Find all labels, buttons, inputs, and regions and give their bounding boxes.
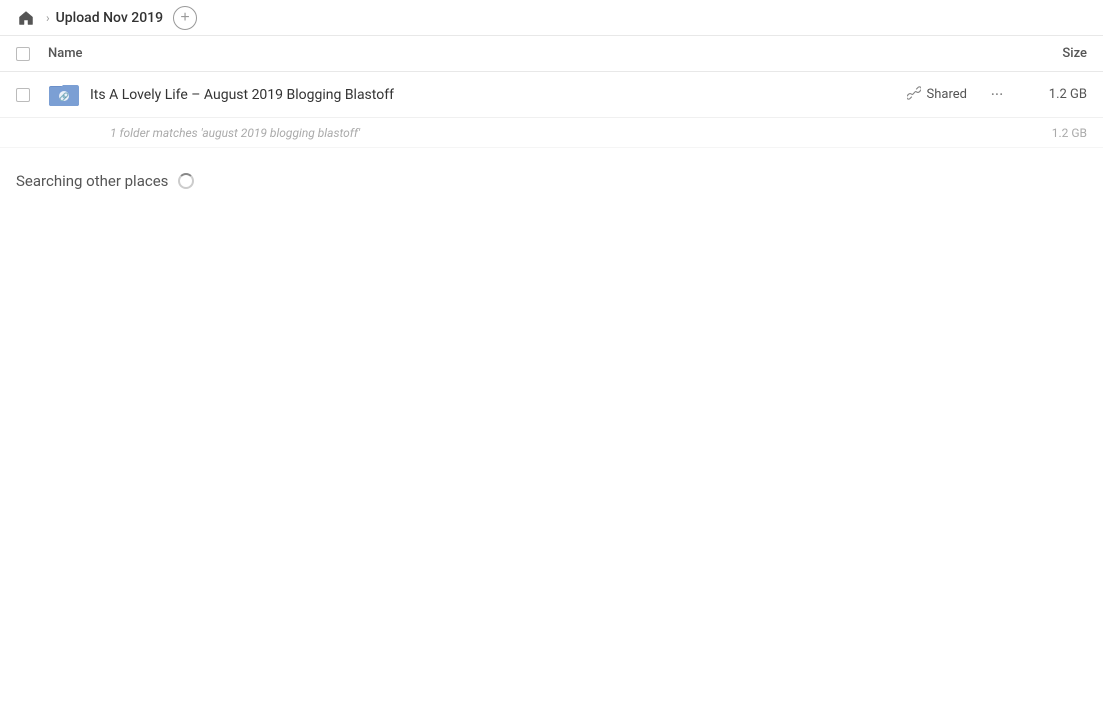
more-options-button[interactable]: ··· xyxy=(983,81,1011,109)
size-column-header: Size xyxy=(1007,46,1087,61)
match-info-row: 1 folder matches 'august 2019 blogging b… xyxy=(0,118,1103,148)
searching-section: Searching other places xyxy=(0,148,1103,214)
link-icon xyxy=(907,86,921,104)
match-text: 1 folder matches 'august 2019 blogging b… xyxy=(110,126,1027,140)
breadcrumb-title: Upload Nov 2019 xyxy=(56,10,163,26)
svg-text:🔗: 🔗 xyxy=(59,91,69,101)
file-row[interactable]: 🔗 Its A Lovely Life – August 2019 Bloggi… xyxy=(0,72,1103,118)
shared-label: Shared xyxy=(927,87,967,102)
breadcrumb-arrow: › xyxy=(46,11,50,25)
folder-link-icon: 🔗 xyxy=(49,82,79,108)
add-button[interactable]: + xyxy=(173,6,197,30)
breadcrumb: › Upload Nov 2019 + xyxy=(0,0,1103,36)
column-headers: Name Size xyxy=(0,36,1103,72)
select-all-checkbox[interactable] xyxy=(16,47,30,61)
file-name: Its A Lovely Life – August 2019 Blogging… xyxy=(90,87,907,103)
searching-label: Searching other places xyxy=(16,172,168,190)
row-checkbox[interactable] xyxy=(16,88,30,102)
header-checkbox-area[interactable] xyxy=(16,47,36,61)
row-checkbox-area[interactable] xyxy=(16,88,36,102)
home-button[interactable] xyxy=(12,4,40,32)
file-icon: 🔗 xyxy=(48,79,80,111)
shared-area: Shared xyxy=(907,86,967,104)
match-size: 1.2 GB xyxy=(1027,126,1087,140)
loading-spinner xyxy=(178,173,194,189)
file-size: 1.2 GB xyxy=(1027,87,1087,102)
name-column-header: Name xyxy=(48,46,1007,61)
